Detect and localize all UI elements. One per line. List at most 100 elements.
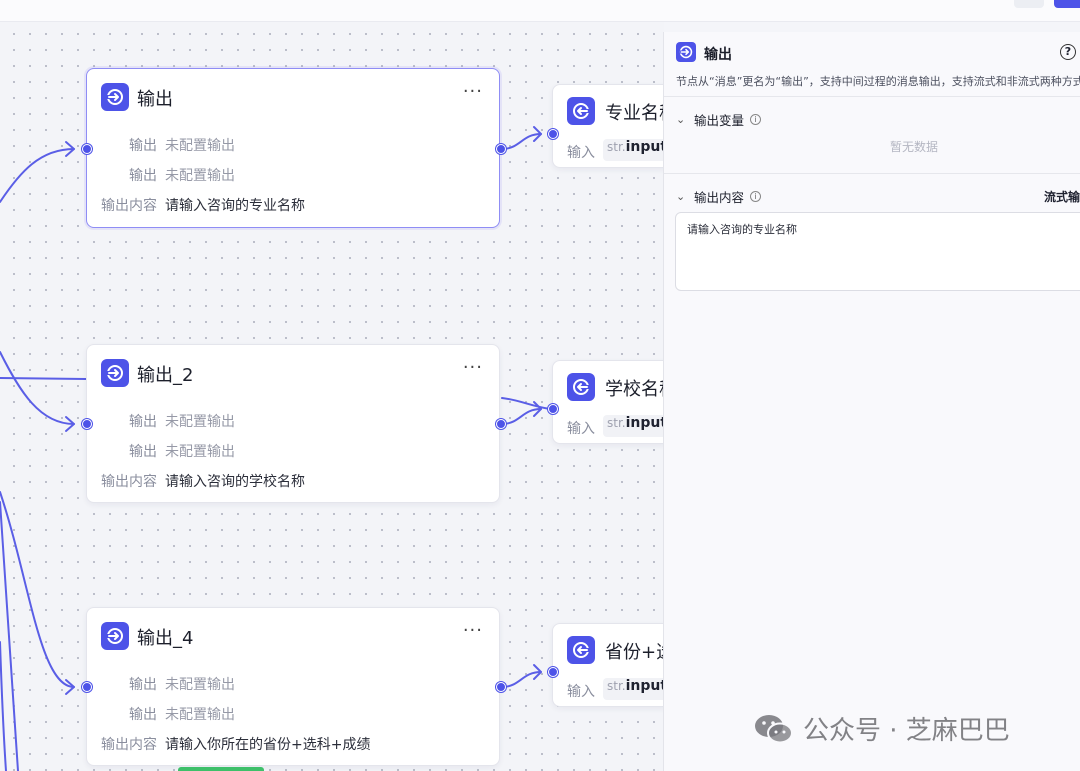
input-port[interactable] [548, 404, 558, 414]
panel-title: 输出 [704, 47, 732, 63]
row-label: 输出内容 [101, 737, 157, 753]
divider [664, 173, 1080, 174]
edge-down-1 [0, 501, 19, 771]
row-value: 请输入咨询的专业名称 [165, 198, 305, 214]
empty-state: 暂无数据 [890, 140, 939, 154]
chevron-down-icon[interactable]: ⌄ [676, 190, 688, 203]
wechat-icon [755, 714, 793, 743]
output-content-header[interactable]: ⌄ 输出内容 i [676, 187, 762, 206]
input-port[interactable] [82, 682, 92, 692]
row-label: 输出 [129, 707, 157, 723]
node-row: 输出 未配置输出 [87, 405, 499, 435]
node-title: 专业名称 [605, 103, 664, 124]
row-value: 未配置输出 [165, 138, 235, 154]
input-port[interactable] [82, 419, 92, 429]
output-node-4[interactable]: 输出_4 ··· 输出 未配置输出 输出 未配置输出 输出内容 请输入你所在的省… [86, 607, 500, 766]
row-label: 输出 [129, 444, 157, 460]
input-port[interactable] [82, 144, 92, 154]
input-node-3[interactable]: 省份+选科 输入 str.input [552, 623, 664, 707]
section-title: 输出变量 [694, 113, 745, 128]
row-label: 输出 [129, 138, 157, 154]
chevron-down-icon[interactable]: ⌄ [676, 113, 688, 126]
output-arrow-icon [101, 83, 129, 111]
node-title: 输出 [137, 89, 173, 110]
variable-value: input [625, 139, 664, 155]
node-row: 输出 未配置输出 [87, 698, 499, 728]
workflow-canvas[interactable]: 输出 ··· 输出 未配置输出 输出 未配置输出 输出内容 请输入咨询的专业名称… [0, 22, 664, 771]
output-arrow-icon [676, 42, 696, 62]
question-circle-icon[interactable]: ? [1060, 44, 1076, 60]
watermark-text: 公众号 · 芝麻巴巴 [803, 716, 1010, 746]
output-content-textarea[interactable]: 请输入咨询的专业名称 [675, 212, 1080, 291]
output-port[interactable] [496, 144, 506, 154]
input-label: 输入 [567, 145, 595, 161]
edge-arrow [533, 664, 542, 680]
row-value: 未配置输出 [165, 444, 235, 460]
edge-arrow [65, 141, 75, 157]
edge-to-output-1 [0, 148, 75, 203]
edge-arrow [65, 416, 75, 432]
edge-output2-to-input2-b [501, 397, 551, 410]
node-row: 输出 未配置输出 [87, 435, 499, 465]
row-value: 请输入你所在的省份+选科+成绩 [165, 737, 371, 753]
node-row: 输出内容 请输入咨询的学校名称 [87, 465, 499, 495]
row-label: 输出 [129, 677, 157, 693]
watermark: 公众号 · 芝麻巴巴 [753, 710, 1010, 747]
node-row: 输出内容 请输入你所在的省份+选科+成绩 [87, 728, 499, 758]
edge-into-output-2 [0, 377, 87, 380]
top-toolbar [0, 0, 1080, 22]
section-title: 输出内容 [694, 190, 745, 205]
node-title: 输出_2 [137, 365, 194, 386]
stream-output-toggle-label[interactable]: 流式输出 [1044, 188, 1080, 205]
input-node-2[interactable]: 学校名称 输入 str.input [552, 360, 664, 444]
variable-tag: str.input [603, 415, 664, 437]
input-node-1[interactable]: 专业名称 输入 str.input [552, 84, 664, 168]
toolbar-primary-button[interactable] [1054, 0, 1080, 8]
panel-description: 节点从“消息”更名为“输出”，支持中间过程的消息输出，支持流式和非流式两种方式 [676, 75, 1080, 88]
node-row: 输出 未配置输出 [87, 668, 499, 698]
edge-output4-to-input3 [501, 671, 542, 688]
row-value: 请输入咨询的学校名称 [165, 474, 305, 490]
info-icon[interactable]: i [750, 114, 762, 125]
row-value: 未配置输出 [165, 677, 235, 693]
divider [664, 96, 1080, 97]
variable-tag: str.input [603, 139, 664, 161]
node-row: 输出 未配置输出 [87, 159, 499, 189]
info-icon[interactable]: i [750, 191, 762, 202]
edge-output2-to-input2 [501, 408, 542, 425]
input-label: 输入 [567, 421, 595, 437]
bottom-tab[interactable] [178, 767, 264, 771]
row-value: 未配置输出 [165, 414, 235, 430]
node-title: 省份+选科 [605, 642, 664, 663]
edge-arrow [65, 679, 75, 695]
edge-output1-to-input1 [501, 133, 542, 150]
edge-down-2 [0, 641, 7, 771]
variable-tag: str.input [603, 678, 664, 700]
input-port[interactable] [548, 667, 558, 677]
toolbar-button[interactable] [1014, 0, 1044, 8]
output-vars-header[interactable]: ⌄ 输出变量 i [676, 110, 762, 129]
node-title: 输出_4 [137, 628, 194, 649]
more-options-icon[interactable]: ··· [463, 357, 483, 378]
edge-to-output-4 [0, 491, 75, 688]
node-row: 输出内容 请输入咨询的专业名称 [87, 189, 499, 219]
row-value: 未配置输出 [165, 168, 235, 184]
node-row: 输出 未配置输出 [87, 129, 499, 159]
input-arrow-icon [567, 636, 595, 664]
node-title: 学校名称 [605, 379, 664, 400]
node-config-panel: 输出 ? 节点从“消息”更名为“输出”，支持中间过程的消息输出，支持流式和非流式… [663, 32, 1080, 771]
output-arrow-icon [101, 359, 129, 387]
type-tag: str. [607, 679, 626, 693]
edge-arrow [533, 126, 542, 142]
row-label: 输出 [129, 168, 157, 184]
input-arrow-icon [567, 373, 595, 401]
output-port[interactable] [496, 682, 506, 692]
type-tag: str. [607, 416, 626, 430]
output-port[interactable] [496, 419, 506, 429]
input-port[interactable] [548, 129, 558, 139]
input-label: 输入 [567, 684, 595, 700]
output-node-2[interactable]: 输出_2 ··· 输出 未配置输出 输出 未配置输出 输出内容 请输入咨询的学校… [86, 344, 500, 503]
more-options-icon[interactable]: ··· [463, 620, 483, 641]
more-options-icon[interactable]: ··· [463, 81, 483, 102]
output-node-1[interactable]: 输出 ··· 输出 未配置输出 输出 未配置输出 输出内容 请输入咨询的专业名称 [86, 68, 500, 228]
